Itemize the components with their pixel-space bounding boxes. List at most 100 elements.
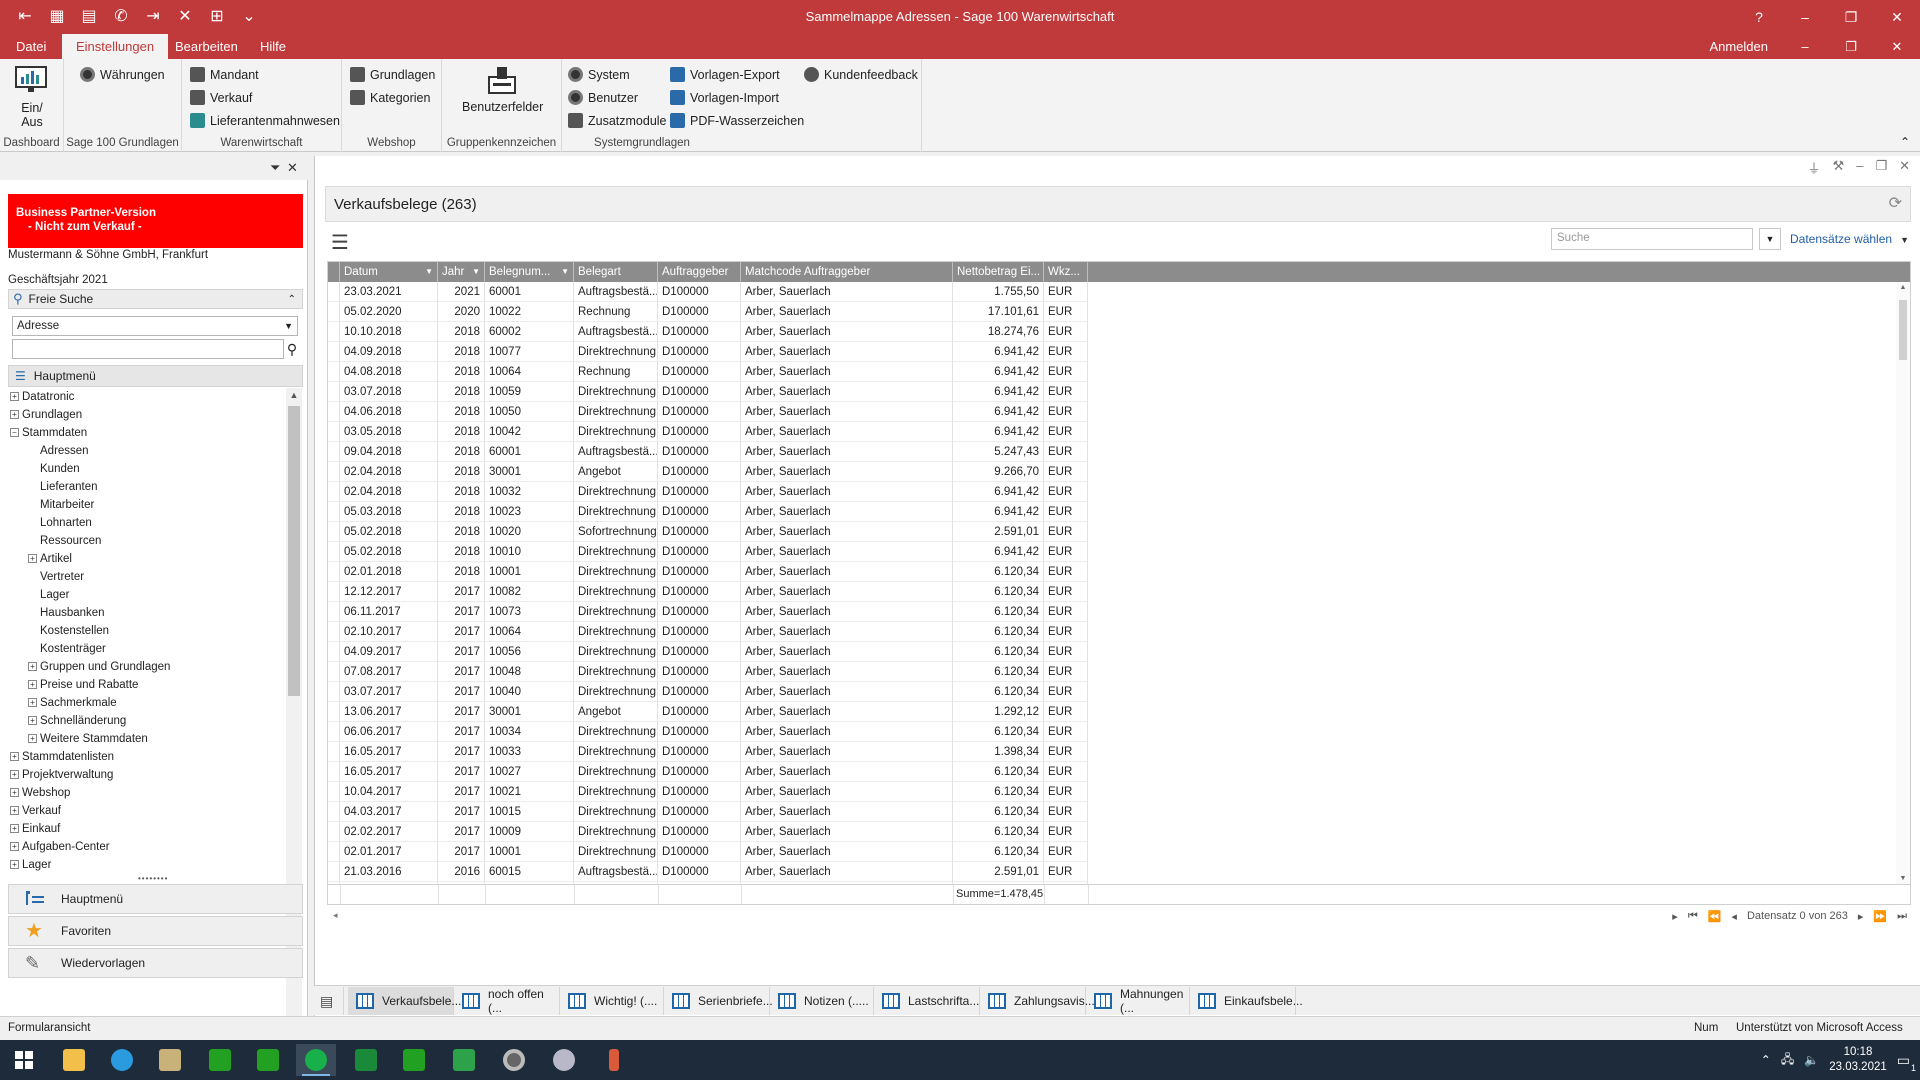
- grid-scroll-up-icon[interactable]: ▲: [1896, 284, 1910, 291]
- row-selector[interactable]: [328, 382, 340, 402]
- tree-item[interactable]: Kunden: [28, 460, 80, 478]
- collapse-ribbon-icon[interactable]: ⌃: [1900, 135, 1910, 149]
- grid-scrollbar[interactable]: ▲ ▼: [1896, 282, 1910, 884]
- table-row[interactable]: 07.08.2017 2017 10048 Direktrechnung D100000…: [328, 662, 1910, 682]
- table-row[interactable]: 06.06.2017 2017 10034 Direktrechnung D100000…: [328, 722, 1910, 742]
- tree-item[interactable]: + Artikel: [28, 550, 72, 568]
- expand-icon[interactable]: +: [28, 680, 37, 690]
- document-tab[interactable]: Serienbriefe...: [664, 987, 773, 1015]
- table-row[interactable]: 04.06.2018 2018 10050 Direktrechnung D100000…: [328, 402, 1910, 422]
- row-selector[interactable]: [328, 642, 340, 662]
- vorlagen-import-button[interactable]: Vorlagen-Import: [670, 90, 779, 105]
- table-row[interactable]: 12.12.2017 2017 10082 Direktrechnung D100000…: [328, 582, 1910, 602]
- taskbar-edge[interactable]: [102, 1044, 142, 1076]
- close-button[interactable]: ✕: [1874, 0, 1920, 34]
- table-row[interactable]: 04.03.2017 2017 10015 Direktrechnung D100000…: [328, 802, 1910, 822]
- expand-icon[interactable]: +: [28, 716, 37, 726]
- row-selector[interactable]: [328, 542, 340, 562]
- tree-item[interactable]: Kostenstellen: [28, 622, 109, 640]
- row-selector[interactable]: [328, 862, 340, 882]
- column-header[interactable]: Datum ▼: [340, 262, 438, 282]
- collapse-search-icon[interactable]: ⌃: [288, 294, 296, 305]
- row-selector[interactable]: [328, 702, 340, 722]
- document-tab[interactable]: Einkaufsbele...: [1190, 987, 1303, 1015]
- main-close-icon[interactable]: ✕: [1899, 158, 1910, 177]
- table-row[interactable]: 04.08.2018 2018 10064 Rechnung D100000 Arber,…: [328, 362, 1910, 382]
- pager-scroll-icon[interactable]: ▸: [1672, 910, 1678, 923]
- tray-chevron-icon[interactable]: ⌃: [1761, 1053, 1771, 1067]
- document-tab[interactable]: Mahnungen (...: [1086, 987, 1190, 1015]
- inner-close-button[interactable]: ✕: [1874, 34, 1920, 59]
- table-row[interactable]: 02.04.2018 2018 30001 Angebot D100000 Arber, …: [328, 462, 1910, 482]
- scroll-left-icon[interactable]: ◂: [333, 910, 338, 921]
- taskbar-app5[interactable]: [346, 1044, 386, 1076]
- row-selector[interactable]: [328, 582, 340, 602]
- table-row[interactable]: 21.03.2016 2016 60015 Auftragsbestä... D1000…: [328, 862, 1910, 882]
- minimize-button[interactable]: –: [1782, 0, 1828, 34]
- search-button[interactable]: ⚲: [284, 339, 300, 359]
- tree-item[interactable]: + Preise und Rabatte: [28, 676, 138, 694]
- taskbar-settings[interactable]: [494, 1044, 534, 1076]
- taskbar-app3[interactable]: [248, 1044, 288, 1076]
- expand-icon[interactable]: +: [28, 554, 37, 564]
- row-selector[interactable]: [328, 402, 340, 422]
- verkauf-button[interactable]: Verkauf: [190, 90, 252, 105]
- select-datasets-button[interactable]: Datensätze wählen ▼: [1790, 232, 1909, 246]
- search-type-select[interactable]: Adresse ▼: [12, 316, 298, 336]
- expand-icon[interactable]: +: [10, 392, 19, 402]
- column-header[interactable]: Belegart: [574, 262, 658, 282]
- expand-icon[interactable]: +: [10, 788, 19, 798]
- sort-filter-icon[interactable]: ▼: [561, 262, 569, 282]
- table-row[interactable]: 06.11.2017 2017 10073 Direktrechnung D100000…: [328, 602, 1910, 622]
- tree-item[interactable]: Ressourcen: [28, 532, 101, 550]
- next-page-icon[interactable]: ⏩: [1873, 910, 1887, 923]
- tree-item[interactable]: − Stammdaten: [10, 424, 87, 442]
- expand-icon[interactable]: +: [10, 806, 19, 816]
- table-row[interactable]: 03.07.2018 2018 10059 Direktrechnung D100000…: [328, 382, 1910, 402]
- table-row[interactable]: 02.10.2017 2017 10064 Direktrechnung D100000…: [328, 622, 1910, 642]
- column-header[interactable]: Belegnum... ▼: [485, 262, 574, 282]
- table-row[interactable]: 05.02.2018 2018 10020 Sofortrechnung D100000…: [328, 522, 1910, 542]
- document-tab[interactable]: Zahlungsavis...: [980, 987, 1095, 1015]
- nav-wiedervorlagen-button[interactable]: ✎ Wiedervorlagen: [8, 948, 303, 978]
- table-row[interactable]: 10.10.2018 2018 60002 Auftragsbestä... D1000…: [328, 322, 1910, 342]
- notification-icon[interactable]: ▭ 1: [1897, 1052, 1916, 1073]
- tab-overview-button[interactable]: ▤: [314, 987, 344, 1015]
- expand-icon[interactable]: +: [10, 752, 19, 762]
- kundenfeedback-button[interactable]: Kundenfeedback: [804, 67, 918, 82]
- tab-bearbeiten[interactable]: Bearbeiten: [163, 34, 250, 59]
- tree-item[interactable]: + Weitere Stammdaten: [28, 730, 148, 748]
- document-tab[interactable]: Verkaufsbele...: [348, 987, 461, 1015]
- tree-item[interactable]: + Grundlagen: [10, 406, 82, 424]
- table-row[interactable]: 05.02.2020 2020 10022 Rechnung D100000 Arber,…: [328, 302, 1910, 322]
- scroll-up-icon[interactable]: ▲: [286, 390, 302, 400]
- tree-item[interactable]: Lohnarten: [28, 514, 92, 532]
- table-row[interactable]: 10.04.2017 2017 10021 Direktrechnung D100000…: [328, 782, 1910, 802]
- list-search-input[interactable]: Suche: [1551, 228, 1753, 250]
- webshop-grundlagen-button[interactable]: Grundlagen: [350, 67, 435, 82]
- refresh-icon[interactable]: ⟳: [1889, 193, 1902, 213]
- prev-record-icon[interactable]: ◂: [1731, 910, 1737, 923]
- nav-favoriten-button[interactable]: ★ Favoriten: [8, 916, 303, 946]
- benutzerfelder-button[interactable]: Benutzerfelder: [462, 100, 543, 114]
- sort-filter-icon[interactable]: ▼: [472, 262, 480, 282]
- row-selector[interactable]: [328, 462, 340, 482]
- row-selector[interactable]: [328, 522, 340, 542]
- taskbar-sage-active[interactable]: [296, 1044, 336, 1076]
- filter-icon[interactable]: ⏚: [1808, 158, 1821, 177]
- pdf-watermark-button[interactable]: PDF-Wasserzeichen: [670, 113, 804, 128]
- panel-dropdown-icon[interactable]: ⏷: [270, 160, 280, 176]
- network-icon[interactable]: 🖧: [1781, 1050, 1794, 1071]
- main-minimize-icon[interactable]: –: [1856, 158, 1863, 177]
- free-search-header[interactable]: ⚲ Freie Suche ⌃: [8, 289, 303, 309]
- inner-minimize-button[interactable]: –: [1782, 34, 1828, 59]
- row-selector[interactable]: [328, 822, 340, 842]
- tree-item[interactable]: Mitarbeiter: [28, 496, 94, 514]
- tree-item[interactable]: Vertreter: [28, 568, 84, 586]
- tab-einstellungen[interactable]: Einstellungen: [62, 34, 169, 59]
- next-record-icon[interactable]: ▸: [1858, 910, 1864, 923]
- taskbar-app7[interactable]: [444, 1044, 484, 1076]
- tree-item[interactable]: + Projektverwaltung: [10, 766, 113, 784]
- sort-filter-icon[interactable]: ▼: [425, 262, 433, 282]
- start-button[interactable]: [4, 1044, 44, 1076]
